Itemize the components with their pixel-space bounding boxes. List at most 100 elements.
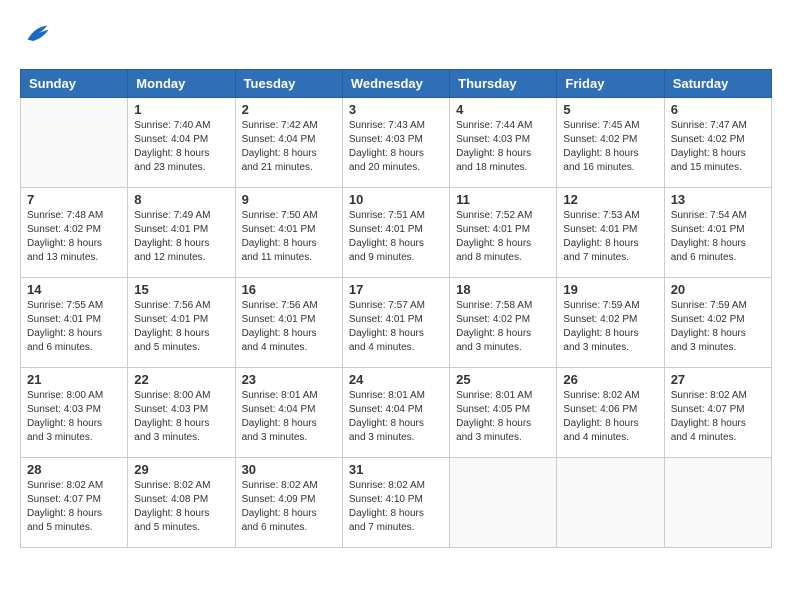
day-number: 17 bbox=[349, 282, 443, 297]
calendar-table: SundayMondayTuesdayWednesdayThursdayFrid… bbox=[20, 69, 772, 548]
day-number: 9 bbox=[242, 192, 336, 207]
day-info: Sunrise: 7:54 AM Sunset: 4:01 PM Dayligh… bbox=[671, 209, 765, 265]
day-info: Sunrise: 7:56 AM Sunset: 4:01 PM Dayligh… bbox=[134, 299, 228, 355]
calendar-cell bbox=[21, 98, 128, 188]
day-number: 13 bbox=[671, 192, 765, 207]
calendar-cell bbox=[557, 458, 664, 548]
calendar-cell: 24 Sunrise: 8:01 AM Sunset: 4:04 PM Dayli… bbox=[342, 368, 449, 458]
day-number: 27 bbox=[671, 372, 765, 387]
day-number: 21 bbox=[27, 372, 121, 387]
calendar-cell: 25 Sunrise: 8:01 AM Sunset: 4:05 PM Dayli… bbox=[450, 368, 557, 458]
day-info: Sunrise: 7:51 AM Sunset: 4:01 PM Dayligh… bbox=[349, 209, 443, 265]
calendar-cell: 26 Sunrise: 8:02 AM Sunset: 4:06 PM Dayli… bbox=[557, 368, 664, 458]
day-info: Sunrise: 7:47 AM Sunset: 4:02 PM Dayligh… bbox=[671, 119, 765, 175]
day-info: Sunrise: 7:43 AM Sunset: 4:03 PM Dayligh… bbox=[349, 119, 443, 175]
day-info: Sunrise: 7:53 AM Sunset: 4:01 PM Dayligh… bbox=[563, 209, 657, 265]
calendar-cell: 27 Sunrise: 8:02 AM Sunset: 4:07 PM Dayli… bbox=[664, 368, 771, 458]
logo bbox=[20, 20, 50, 53]
day-header-friday: Friday bbox=[557, 70, 664, 98]
day-number: 28 bbox=[27, 462, 121, 477]
day-header-sunday: Sunday bbox=[21, 70, 128, 98]
calendar-cell: 5Sunrise: 7:45 AM Sunset: 4:02 PM Daylig… bbox=[557, 98, 664, 188]
day-info: Sunrise: 7:55 AM Sunset: 4:01 PM Dayligh… bbox=[27, 299, 121, 355]
day-header-thursday: Thursday bbox=[450, 70, 557, 98]
logo-bird-icon bbox=[22, 20, 50, 48]
day-info: Sunrise: 8:02 AM Sunset: 4:10 PM Dayligh… bbox=[349, 479, 443, 535]
day-info: Sunrise: 7:49 AM Sunset: 4:01 PM Dayligh… bbox=[134, 209, 228, 265]
day-info: Sunrise: 7:59 AM Sunset: 4:02 PM Dayligh… bbox=[563, 299, 657, 355]
day-number: 10 bbox=[349, 192, 443, 207]
calendar-cell: 19 Sunrise: 7:59 AM Sunset: 4:02 PM Dayli… bbox=[557, 278, 664, 368]
day-number: 8 bbox=[134, 192, 228, 207]
day-number: 14 bbox=[27, 282, 121, 297]
calendar-week-4: 21Sunrise: 8:00 AM Sunset: 4:03 PM Dayli… bbox=[21, 368, 772, 458]
day-info: Sunrise: 7:57 AM Sunset: 4:01 PM Dayligh… bbox=[349, 299, 443, 355]
days-of-week-row: SundayMondayTuesdayWednesdayThursdayFrid… bbox=[21, 70, 772, 98]
day-number: 1 bbox=[134, 102, 228, 117]
calendar-cell bbox=[664, 458, 771, 548]
day-number: 3 bbox=[349, 102, 443, 117]
day-number: 7 bbox=[27, 192, 121, 207]
day-number: 20 bbox=[671, 282, 765, 297]
day-number: 15 bbox=[134, 282, 228, 297]
calendar-week-3: 14 Sunrise: 7:55 AM Sunset: 4:01 PM Dayli… bbox=[21, 278, 772, 368]
calendar-cell: 13 Sunrise: 7:54 AM Sunset: 4:01 PM Dayli… bbox=[664, 188, 771, 278]
day-number: 16 bbox=[242, 282, 336, 297]
day-info: Sunrise: 7:52 AM Sunset: 4:01 PM Dayligh… bbox=[456, 209, 550, 265]
day-header-tuesday: Tuesday bbox=[235, 70, 342, 98]
day-number: 29 bbox=[134, 462, 228, 477]
day-number: 31 bbox=[349, 462, 443, 477]
calendar-cell bbox=[450, 458, 557, 548]
calendar-cell: 22Sunrise: 8:00 AM Sunset: 4:03 PM Dayli… bbox=[128, 368, 235, 458]
day-number: 23 bbox=[242, 372, 336, 387]
day-info: Sunrise: 8:02 AM Sunset: 4:08 PM Dayligh… bbox=[134, 479, 228, 535]
day-number: 22 bbox=[134, 372, 228, 387]
calendar-cell: 28 Sunrise: 8:02 AM Sunset: 4:07 PM Dayli… bbox=[21, 458, 128, 548]
day-info: Sunrise: 7:58 AM Sunset: 4:02 PM Dayligh… bbox=[456, 299, 550, 355]
day-header-wednesday: Wednesday bbox=[342, 70, 449, 98]
day-number: 26 bbox=[563, 372, 657, 387]
day-info: Sunrise: 8:02 AM Sunset: 4:07 PM Dayligh… bbox=[27, 479, 121, 535]
calendar-cell: 9Sunrise: 7:50 AM Sunset: 4:01 PM Daylig… bbox=[235, 188, 342, 278]
day-number: 24 bbox=[349, 372, 443, 387]
day-info: Sunrise: 7:59 AM Sunset: 4:02 PM Dayligh… bbox=[671, 299, 765, 355]
calendar-cell: 15 Sunrise: 7:56 AM Sunset: 4:01 PM Dayli… bbox=[128, 278, 235, 368]
calendar-cell: 6Sunrise: 7:47 AM Sunset: 4:02 PM Daylig… bbox=[664, 98, 771, 188]
calendar-cell: 12 Sunrise: 7:53 AM Sunset: 4:01 PM Dayli… bbox=[557, 188, 664, 278]
calendar-cell: 10 Sunrise: 7:51 AM Sunset: 4:01 PM Dayli… bbox=[342, 188, 449, 278]
day-number: 19 bbox=[563, 282, 657, 297]
calendar-cell: 17 Sunrise: 7:57 AM Sunset: 4:01 PM Dayli… bbox=[342, 278, 449, 368]
calendar-cell: 30Sunrise: 8:02 AM Sunset: 4:09 PM Dayli… bbox=[235, 458, 342, 548]
calendar-cell: 16 Sunrise: 7:56 AM Sunset: 4:01 PM Dayli… bbox=[235, 278, 342, 368]
calendar-cell: 29 Sunrise: 8:02 AM Sunset: 4:08 PM Dayli… bbox=[128, 458, 235, 548]
page-header bbox=[20, 20, 772, 53]
calendar-cell: 8 Sunrise: 7:49 AM Sunset: 4:01 PM Daylig… bbox=[128, 188, 235, 278]
day-info: Sunrise: 8:02 AM Sunset: 4:07 PM Dayligh… bbox=[671, 389, 765, 445]
calendar-cell: 21Sunrise: 8:00 AM Sunset: 4:03 PM Dayli… bbox=[21, 368, 128, 458]
day-number: 25 bbox=[456, 372, 550, 387]
day-number: 5 bbox=[563, 102, 657, 117]
day-info: Sunrise: 7:56 AM Sunset: 4:01 PM Dayligh… bbox=[242, 299, 336, 355]
calendar-week-2: 7Sunrise: 7:48 AM Sunset: 4:02 PM Daylig… bbox=[21, 188, 772, 278]
calendar-cell: 3 Sunrise: 7:43 AM Sunset: 4:03 PM Daylig… bbox=[342, 98, 449, 188]
calendar-body: 1 Sunrise: 7:40 AM Sunset: 4:04 PM Daylig… bbox=[21, 98, 772, 548]
day-number: 2 bbox=[242, 102, 336, 117]
calendar-header: SundayMondayTuesdayWednesdayThursdayFrid… bbox=[21, 70, 772, 98]
day-info: Sunrise: 8:01 AM Sunset: 4:05 PM Dayligh… bbox=[456, 389, 550, 445]
calendar-week-1: 1 Sunrise: 7:40 AM Sunset: 4:04 PM Daylig… bbox=[21, 98, 772, 188]
calendar-cell: 14 Sunrise: 7:55 AM Sunset: 4:01 PM Dayli… bbox=[21, 278, 128, 368]
calendar-cell: 18Sunrise: 7:58 AM Sunset: 4:02 PM Dayli… bbox=[450, 278, 557, 368]
day-info: Sunrise: 7:40 AM Sunset: 4:04 PM Dayligh… bbox=[134, 119, 228, 175]
day-header-monday: Monday bbox=[128, 70, 235, 98]
day-info: Sunrise: 8:02 AM Sunset: 4:09 PM Dayligh… bbox=[242, 479, 336, 535]
day-number: 12 bbox=[563, 192, 657, 207]
day-info: Sunrise: 8:01 AM Sunset: 4:04 PM Dayligh… bbox=[349, 389, 443, 445]
day-number: 4 bbox=[456, 102, 550, 117]
day-info: Sunrise: 8:01 AM Sunset: 4:04 PM Dayligh… bbox=[242, 389, 336, 445]
calendar-cell: 1 Sunrise: 7:40 AM Sunset: 4:04 PM Daylig… bbox=[128, 98, 235, 188]
calendar-cell: 4Sunrise: 7:44 AM Sunset: 4:03 PM Daylig… bbox=[450, 98, 557, 188]
day-info: Sunrise: 7:42 AM Sunset: 4:04 PM Dayligh… bbox=[242, 119, 336, 175]
calendar-week-5: 28 Sunrise: 8:02 AM Sunset: 4:07 PM Dayli… bbox=[21, 458, 772, 548]
day-info: Sunrise: 8:02 AM Sunset: 4:06 PM Dayligh… bbox=[563, 389, 657, 445]
calendar-cell: 20 Sunrise: 7:59 AM Sunset: 4:02 PM Dayli… bbox=[664, 278, 771, 368]
